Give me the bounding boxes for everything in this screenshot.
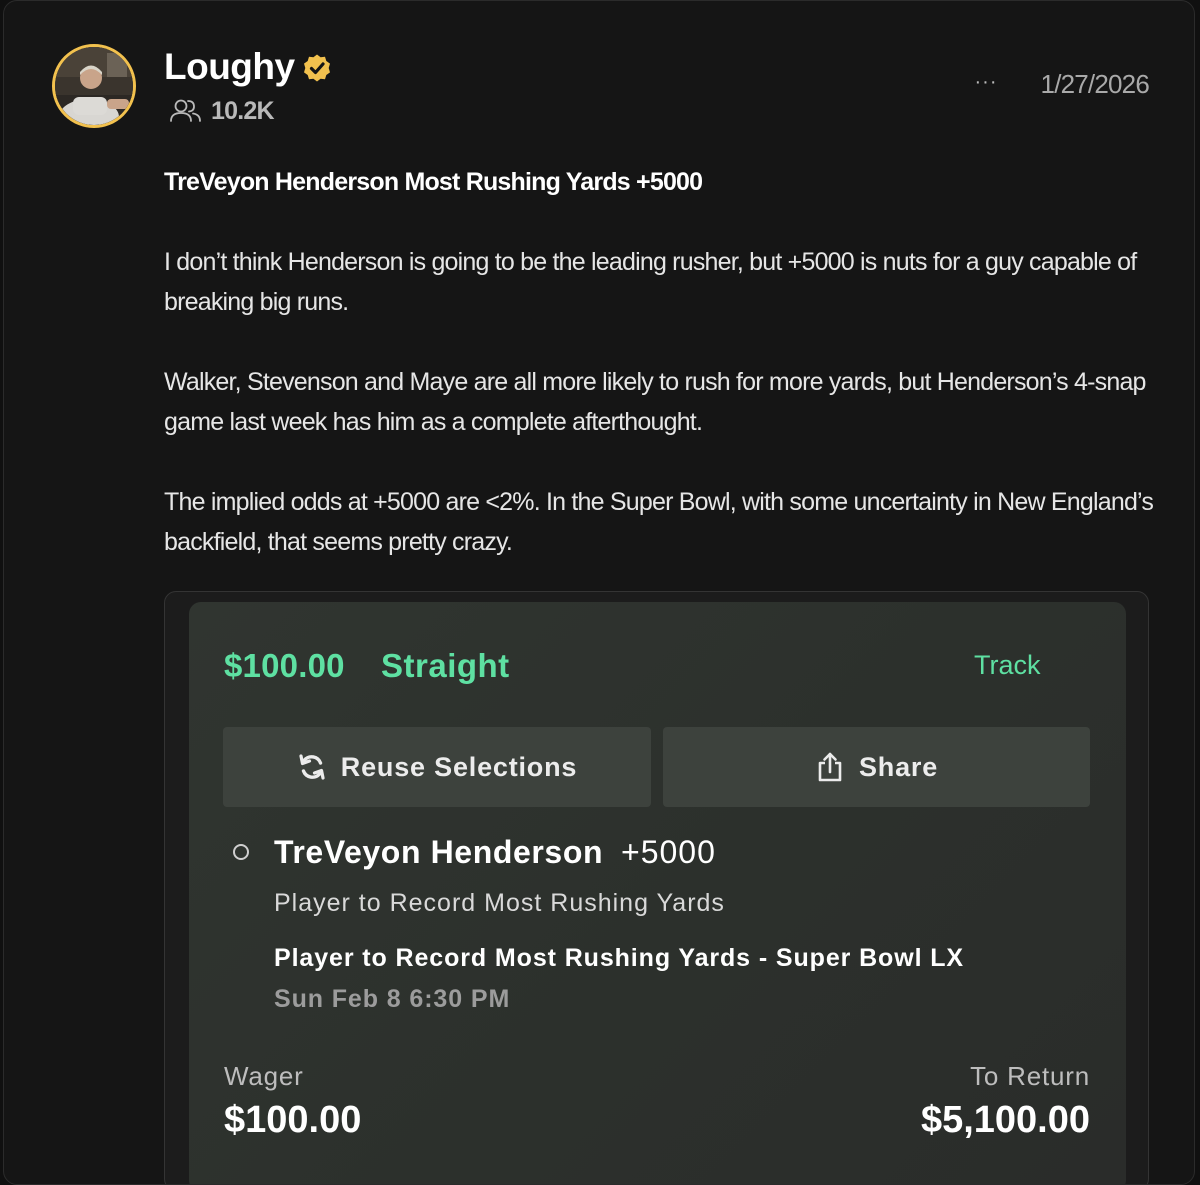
bet-type: Straight bbox=[381, 647, 510, 684]
reuse-selections-label: Reuse Selections bbox=[340, 751, 578, 782]
selection-market: Player to Record Most Rushing Yards bbox=[274, 889, 725, 917]
bet-amount: $100.00 bbox=[224, 647, 345, 684]
bet-slip-embed: $100.00 Straight Track Reuse Selections bbox=[164, 591, 1149, 1184]
selection-odds: +5000 bbox=[621, 834, 716, 870]
selection-event: Player to Record Most Rushing Yards - Su… bbox=[274, 944, 965, 972]
reuse-selections-button[interactable]: Reuse Selections bbox=[223, 727, 651, 807]
wager-label: Wager bbox=[224, 1061, 304, 1091]
track-link[interactable]: Track bbox=[974, 648, 1041, 682]
verified-badge-icon bbox=[304, 54, 330, 82]
post-title: TreVeyon Henderson Most Rushing Yards +5… bbox=[164, 168, 703, 196]
author-name[interactable]: Loughy bbox=[164, 45, 295, 89]
share-button[interactable]: Share bbox=[663, 727, 1090, 807]
more-options-icon[interactable]: ··· bbox=[971, 69, 1001, 95]
post-paragraph: The implied odds at +5000 are <2%. In th… bbox=[164, 488, 1154, 556]
share-icon bbox=[818, 752, 842, 782]
avatar-photo bbox=[55, 47, 133, 125]
to-return-value: $5,100.00 bbox=[920, 1099, 1090, 1141]
followers-icon bbox=[170, 99, 201, 122]
selection-player-name: TreVeyon Henderson bbox=[274, 834, 604, 870]
post-paragraph: Walker, Stevenson and Maye are all more … bbox=[164, 368, 1146, 436]
post-card: Loughy 10.2K ··· 1/27/2026 TreVeyon Hend… bbox=[3, 0, 1195, 1185]
avatar[interactable] bbox=[52, 44, 136, 128]
bet-slip-card: $100.00 Straight Track Reuse Selections bbox=[189, 602, 1126, 1184]
to-return-label: To Return bbox=[970, 1061, 1090, 1091]
share-label: Share bbox=[858, 751, 939, 782]
follower-count: 10.2K bbox=[211, 97, 275, 125]
selection-event-time: Sun Feb 8 6:30 PM bbox=[274, 985, 511, 1013]
selection-status-icon bbox=[233, 844, 249, 860]
post-date: 1/27/2026 bbox=[1040, 69, 1150, 99]
refresh-icon bbox=[299, 754, 325, 780]
post-paragraph: I don’t think Henderson is going to be t… bbox=[164, 248, 1137, 316]
wager-value: $100.00 bbox=[224, 1099, 362, 1141]
